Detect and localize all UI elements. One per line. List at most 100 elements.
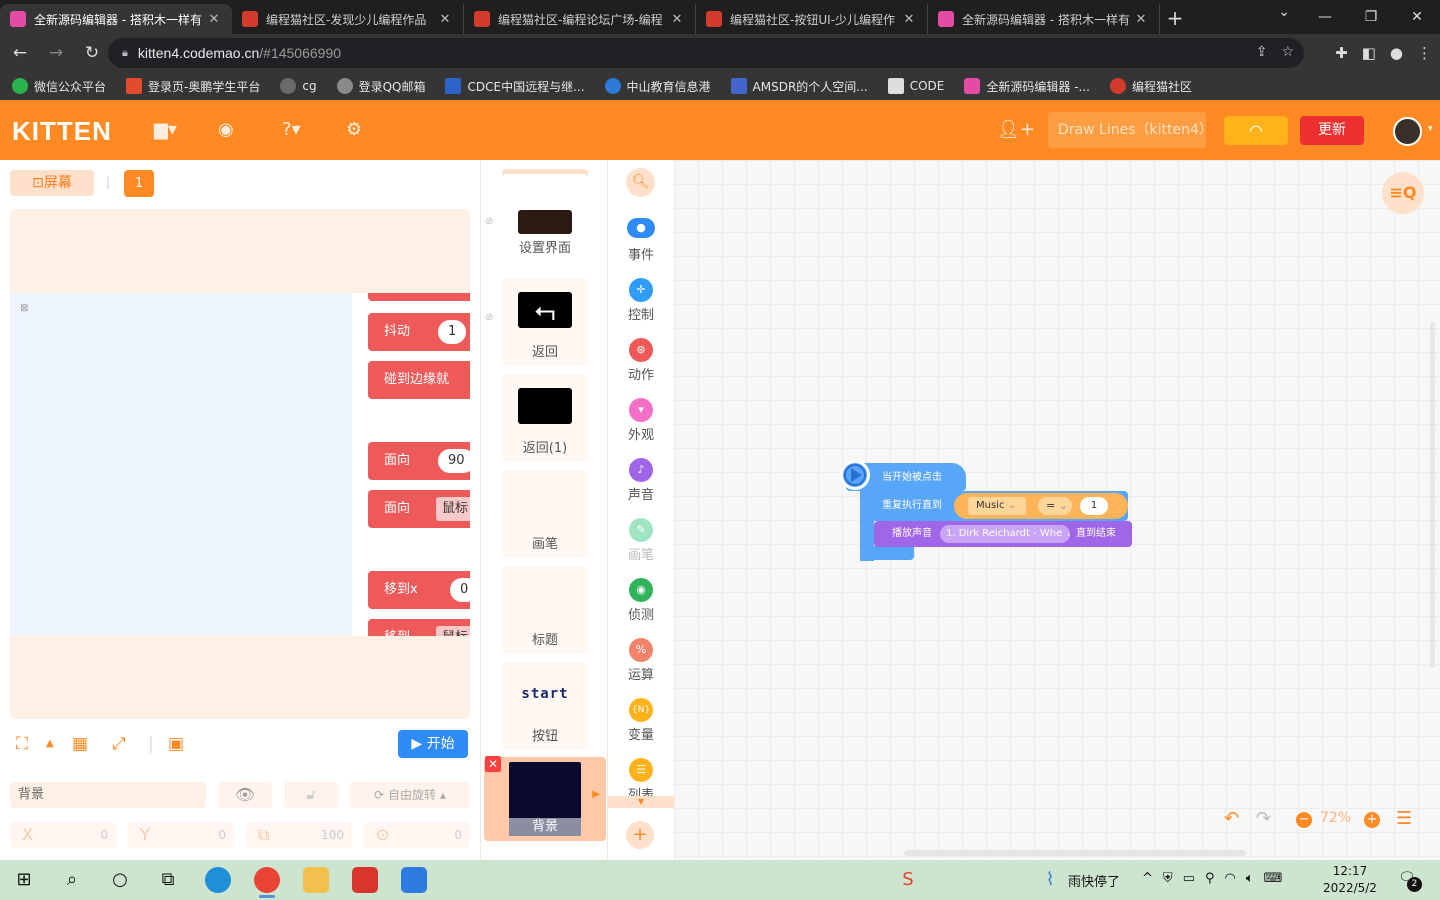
caret-up-icon[interactable]: ▲	[46, 738, 54, 749]
tray-chevron-up-icon[interactable]: ^	[1142, 871, 1153, 886]
motion-block-shake[interactable]: 抖动 1	[368, 313, 470, 351]
restore-icon[interactable]: ❐	[1348, 0, 1394, 34]
start-button[interactable]: ▶ 开始	[398, 730, 468, 758]
zoom-in-button[interactable]: +	[1364, 812, 1380, 828]
backpack-icon[interactable]: ◉	[218, 119, 234, 140]
y-position-field[interactable]: Y0	[128, 822, 234, 848]
vertical-scrollbar[interactable]	[1430, 322, 1435, 668]
loading-button[interactable]: ◠	[1224, 116, 1288, 145]
avatar[interactable]	[1393, 117, 1422, 146]
scroll-down-chevron-icon[interactable]: ▼	[608, 796, 674, 808]
vpn-icon[interactable]: ⚲	[1205, 871, 1215, 886]
reload-icon[interactable]: ↻	[76, 43, 108, 63]
motion-block-face-mouse[interactable]: 面向 鼠标	[368, 490, 470, 528]
system-clock[interactable]: 12:17 2022/5/2	[1318, 863, 1382, 897]
motion-block-move-x[interactable]: 移到x 0	[368, 571, 470, 609]
zoom-out-button[interactable]: −	[1296, 812, 1312, 828]
browser-tab-2[interactable]: 编程猫社区-发现少儿编程作品 ✕	[232, 4, 464, 34]
x-position-field[interactable]: X0	[10, 822, 116, 848]
category-lists[interactable]: ☰ 列表	[608, 758, 674, 796]
redo-icon[interactable]: ↷	[1256, 808, 1271, 829]
when-start-clicked-block[interactable]: 当开始被点击	[840, 460, 966, 491]
weather-text[interactable]: 雨快停了	[1068, 871, 1120, 890]
wifi-icon[interactable]: ◠	[1225, 871, 1236, 886]
category-motion[interactable]: ⊛ 动作	[608, 338, 674, 394]
sprite-item[interactable]: start 按钮	[502, 662, 588, 750]
kitten-app-icon[interactable]	[401, 867, 427, 893]
bookmark-item[interactable]: CDCE中国远程与继...	[445, 78, 585, 95]
sprite-item[interactable]: 设置界面	[502, 174, 588, 262]
profile-icon[interactable]: ●	[1390, 44, 1403, 62]
category-operators[interactable]: % 运算	[608, 638, 674, 694]
bookmark-item[interactable]: 登录QQ邮箱	[336, 78, 425, 95]
back-arrow-icon[interactable]: ←	[4, 43, 36, 63]
bookmark-item[interactable]: 中山教育信息港	[604, 78, 711, 95]
keyboard-icon[interactable]: ⌨	[1264, 871, 1283, 886]
windows-start-icon[interactable]: ⊞	[12, 868, 36, 892]
block-input[interactable]: 1	[438, 320, 467, 344]
grid-icon[interactable]: ▦	[72, 734, 88, 754]
sound-dropdown[interactable]: 1. Dirk Reichardt - Whe ⌄	[940, 525, 1070, 543]
chrome-app-icon[interactable]	[254, 867, 280, 898]
volume-icon[interactable]: 🔈︎	[1246, 871, 1254, 886]
lock-toggle[interactable]: 🔓︎	[284, 782, 338, 808]
size-field[interactable]: ⧉ 100	[246, 822, 352, 848]
wps-app-icon[interactable]	[352, 867, 378, 893]
share-icon[interactable]: ⇪	[1256, 44, 1268, 60]
project-name-input[interactable]: Draw Lines（kitten4）	[1048, 112, 1206, 148]
screen-button[interactable]: ⊡屏幕	[10, 170, 94, 196]
sprite-item[interactable]: 标题	[502, 566, 588, 654]
direction-field[interactable]: ⊙ 0	[364, 822, 470, 848]
bookmark-item[interactable]: 全新源码编辑器 -...	[964, 78, 1090, 95]
horizontal-scrollbar[interactable]	[904, 850, 1246, 856]
battery-icon[interactable]: ▭	[1183, 871, 1195, 886]
bookmark-item[interactable]: CODE	[887, 78, 944, 94]
block-input[interactable]: 90	[438, 449, 470, 473]
category-looks[interactable]: ▾ 外观	[608, 398, 674, 454]
browser-tab-3[interactable]: 编程猫社区-编程论坛广场-编程 ✕	[464, 4, 696, 34]
block-input[interactable]: 0	[450, 578, 470, 602]
forward-arrow-icon[interactable]: →	[40, 43, 72, 63]
new-tab-plus-icon[interactable]: +	[1160, 4, 1190, 34]
settings-gear-icon[interactable]: ⚙	[346, 119, 362, 140]
chevron-right-icon[interactable]: ▶	[592, 789, 600, 800]
motion-block-face[interactable]: 面向 90	[368, 442, 470, 480]
add-extension-button[interactable]: +	[626, 821, 654, 849]
workspace-search-icon[interactable]: ≡Q	[1382, 172, 1424, 214]
tab-close-icon[interactable]: ✕	[1133, 12, 1149, 27]
value-input[interactable]: 1	[1080, 497, 1108, 515]
tab-search-chevron-icon[interactable]: ⌄	[1278, 4, 1290, 20]
fullscreen-icon[interactable]: ⤢	[112, 734, 126, 754]
minimize-icon[interactable]: —	[1302, 0, 1348, 34]
undo-icon[interactable]: ↶	[1224, 808, 1239, 829]
bookmark-item[interactable]: 登录页-奥鹏学生平台	[126, 78, 260, 95]
category-pen[interactable]: ✎ 画笔	[608, 518, 674, 574]
browser-menu-icon[interactable]: ⋮	[1417, 44, 1432, 62]
cleanup-align-icon[interactable]: ☰	[1396, 808, 1412, 829]
equals-condition-block[interactable]: Music ⌄ = ⌄ 1	[954, 493, 1128, 519]
hidden-eye-icon[interactable]: ⊘	[485, 312, 493, 323]
browser-tab-5[interactable]: 全新源码编辑器 - 搭积木一样有 ✕	[928, 4, 1160, 34]
delete-icon[interactable]: ✕	[485, 756, 501, 772]
screen-number-tab[interactable]: 1	[124, 170, 154, 197]
code-workspace[interactable]: ≡Q 当开始被点击 重复执行直到 Music ⌄ = ⌄ 1 播放声音 1. D…	[674, 160, 1440, 860]
bookmark-item[interactable]: AMSDR的个人空间...	[730, 78, 868, 95]
browser-tab-1[interactable]: 全新源码编辑器 - 搭积木一样有 ✕	[0, 4, 232, 34]
folder-icon[interactable]: ▆▾	[154, 119, 177, 140]
tab-close-icon[interactable]: ✕	[437, 12, 453, 27]
sprite-item[interactable]: ⮢ 返回	[502, 278, 588, 366]
sprite-item[interactable]: 返回(1)	[502, 374, 588, 462]
update-button[interactable]: 更新	[1300, 116, 1364, 145]
sprite-name-field[interactable]: 背景	[10, 782, 206, 808]
sprite-item[interactable]: 画笔	[502, 470, 588, 558]
category-sound[interactable]: ♪ 声音	[608, 458, 674, 514]
motion-block-bounce[interactable]: 碰到边缘就	[368, 361, 470, 399]
close-window-icon[interactable]: ✕	[1394, 0, 1440, 34]
record-icon[interactable]: ▣	[168, 734, 184, 754]
collaborator-add-icon[interactable]: 👤︎+	[997, 119, 1035, 140]
side-panel-icon[interactable]: ◧	[1362, 44, 1376, 62]
task-view-icon[interactable]: ⧉	[156, 868, 180, 892]
search-icon[interactable]: ⌕	[60, 868, 84, 892]
motion-block-move-to[interactable]: 移到鼠标	[368, 619, 470, 636]
bookmark-item[interactable]: 编程猫社区	[1109, 78, 1192, 95]
